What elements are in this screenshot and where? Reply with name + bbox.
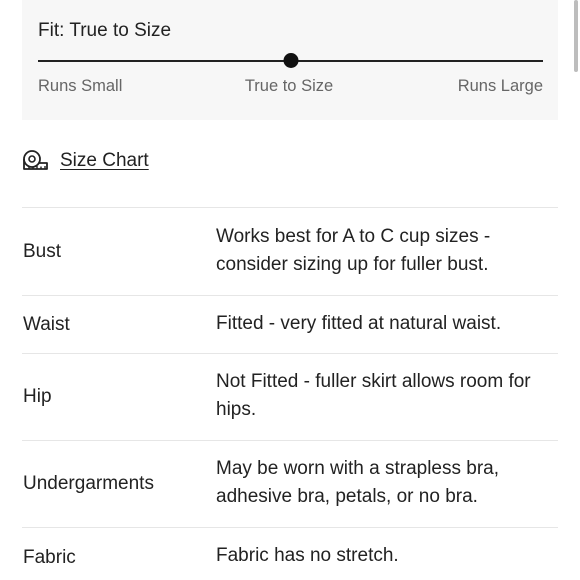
fit-details-table: Bust Works best for A to C cup sizes - c… [22,207,558,580]
measuring-tape-icon [23,150,48,170]
detail-value: Not Fitted - fuller skirt allows room fo… [216,371,531,420]
product-fit-info: Fit: True to Size Runs Small True to Siz… [0,0,580,580]
scrollbar[interactable] [574,0,578,72]
detail-value: May be worn with a strapless bra, adhesi… [216,458,500,507]
detail-name: Hip [23,386,52,407]
detail-name: Fabric [23,547,76,568]
fit-title: Fit: True to Size [38,20,172,41]
fit-slider-track [38,53,543,68]
detail-name: Undergarments [23,473,154,494]
detail-value: Fitted - very fitted at natural waist. [216,313,502,334]
fit-panel: Fit: True to Size Runs Small True to Siz… [22,0,558,120]
fit-label-runs-large: Runs Large [457,77,543,95]
detail-name: Bust [23,240,62,262]
detail-row-undergarments: Undergarments May be worn with a straple… [22,440,558,527]
fit-label-runs-small: Runs Small [38,77,123,95]
fit-label-true-to-size: True to Size [244,77,334,95]
detail-value: Fabric has no stretch. [216,545,399,566]
fit-slider-thumb[interactable] [283,53,298,68]
detail-row-waist: Waist Fitted - very fitted at natural wa… [22,295,558,353]
detail-value: Works best for A to C cup sizes - consid… [216,226,491,275]
size-chart-link[interactable]: Size Chart [22,150,149,172]
detail-row-hip: Hip Not Fitted - fuller skirt allows roo… [22,353,558,440]
detail-row-fabric: Fabric Fabric has no stretch. [22,527,558,580]
detail-name: Waist [23,313,70,335]
detail-row-bust: Bust Works best for A to C cup sizes - c… [22,207,558,295]
size-chart-label: Size Chart [60,150,149,171]
